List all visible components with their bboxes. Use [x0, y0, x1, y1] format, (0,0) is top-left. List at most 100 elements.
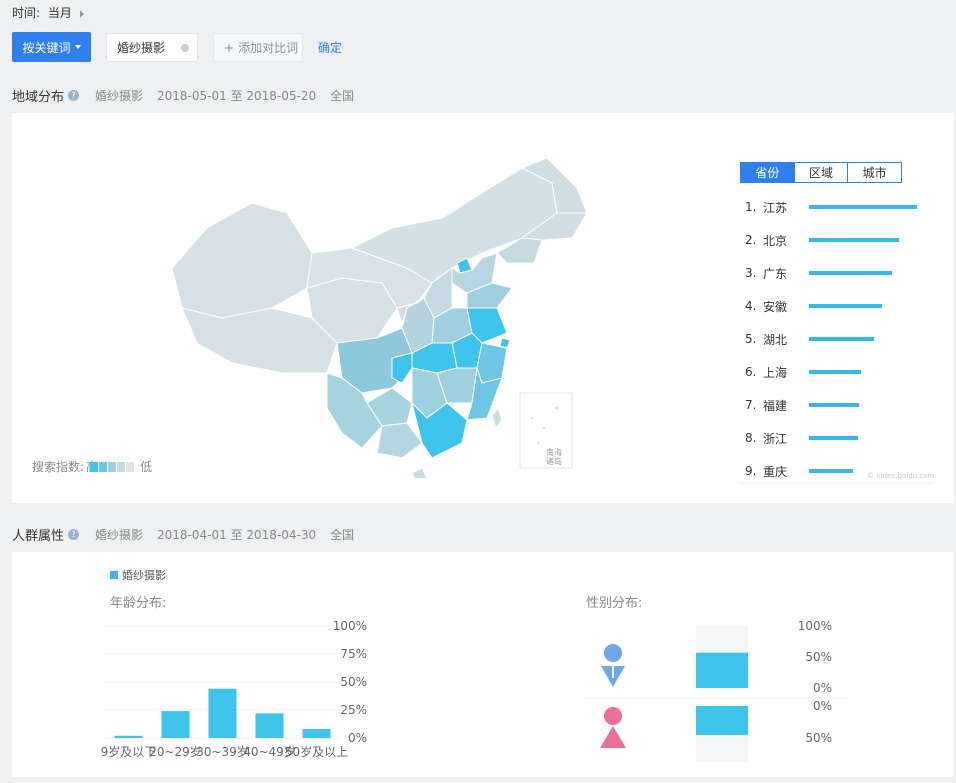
- tab-city[interactable]: 城市: [848, 163, 901, 182]
- south-sea-label-1: 南海: [546, 448, 562, 457]
- region-date-range: 2018-05-01 至 2018-05-20: [157, 89, 317, 103]
- ranking-row[interactable]: 8. 浙江: [745, 428, 935, 448]
- map-region-taiwan: [491, 406, 503, 430]
- ranking-row[interactable]: 7. 福建: [745, 395, 935, 415]
- ranking-bar: [809, 304, 883, 308]
- ranking-province: 重庆: [763, 464, 788, 479]
- index-label: 搜索指数:: [32, 460, 85, 474]
- ranking-number: 1.: [745, 200, 757, 214]
- add-compare-label: 添加对比词: [238, 41, 299, 55]
- keyword-mode-button[interactable]: 按关键词: [12, 32, 91, 62]
- help-icon[interactable]: ?: [68, 90, 80, 101]
- index-low-label: 低: [140, 460, 153, 474]
- gender-male-bar: [696, 652, 748, 688]
- ranking-bar: [809, 238, 899, 242]
- ranking-bar: [809, 337, 874, 341]
- female-icon-body: [600, 726, 626, 748]
- ranking-row[interactable]: 2. 北京: [745, 230, 935, 250]
- ranking-divider: [740, 483, 934, 484]
- gender-male-tick: 0%: [813, 681, 832, 695]
- audience-charts: 100%75%50%25%0%9岁及以下20~29岁30~39岁40~49岁50…: [101, 619, 848, 762]
- age-x-tick: 50岁及以上: [285, 744, 348, 759]
- region-tabs: 省份 区域 城市: [740, 162, 902, 183]
- caret-down-icon: [74, 45, 81, 49]
- age-bar: [302, 729, 331, 738]
- ranking-row[interactable]: 4. 安徽: [745, 296, 935, 316]
- ranking-bar: [809, 436, 858, 440]
- map-region-hainan: [411, 467, 428, 478]
- ranking-number: 2.: [745, 233, 757, 247]
- ranking-province: 江苏: [763, 200, 788, 215]
- region-header: 地域分布 ? 婚纱摄影 2018-05-01 至 2018-05-20 全国: [12, 86, 354, 105]
- age-bar: [255, 713, 284, 738]
- south-sea-label: 南海 诸岛: [546, 448, 562, 466]
- keyword-mode-label: 按关键词: [22, 40, 71, 55]
- keyword-chip[interactable]: 婚纱摄影: [106, 33, 198, 62]
- gender-male-tick: 100%: [798, 619, 832, 633]
- tab-province[interactable]: 省份: [741, 163, 795, 182]
- ranking-province: 北京: [763, 233, 788, 248]
- age-bar: [161, 711, 190, 738]
- ranking-row[interactable]: 3. 广东: [745, 263, 935, 283]
- map-region-guangdong: [411, 401, 468, 459]
- region-panel: 南海 诸岛 搜索指数: 高 低 省份 区域 城市 1. 江苏 2. 北京 3. 广东 4. 安…: [12, 113, 954, 503]
- ranking-bar: [809, 469, 854, 473]
- age-y-tick: 100%: [333, 619, 367, 633]
- gender-female-tick: 0%: [813, 699, 832, 713]
- audience-title: 人群属性: [12, 529, 65, 544]
- index-gradient: [90, 461, 135, 472]
- time-value[interactable]: 当月: [48, 6, 72, 20]
- region-scope: 全国: [330, 89, 355, 103]
- caret-right-icon[interactable]: [79, 9, 84, 18]
- gender-female-bar: [696, 706, 748, 735]
- ranking-row[interactable]: 5. 湖北: [745, 329, 935, 349]
- age-x-tick: 20~29岁: [149, 744, 202, 759]
- age-y-tick: 75%: [340, 647, 367, 661]
- gender-male-tick: 50%: [805, 650, 832, 664]
- ranking-row[interactable]: 6. 上海: [745, 362, 935, 382]
- map-region-guangxi: [376, 422, 423, 459]
- ranking-number: 4.: [745, 299, 757, 313]
- help-icon[interactable]: ?: [68, 529, 80, 540]
- ranking-number: 6.: [745, 365, 757, 379]
- add-compare-button[interactable]: + 添加对比词: [213, 33, 303, 62]
- keyword-text: 婚纱摄影: [117, 41, 166, 55]
- audience-header: 人群属性 ? 婚纱摄影 2018-04-01 至 2018-04-30 全国: [12, 525, 354, 544]
- age-y-tick: 0%: [348, 731, 367, 745]
- map-region-zhejiang: [476, 342, 508, 384]
- time-filter: 时间: 当月: [12, 4, 84, 21]
- pin-icon[interactable]: [181, 44, 189, 52]
- audience-panel: 婚纱摄影 年龄分布: 性别分布: 100% 75% 50% 25% 0% 9岁及以下 20~…: [12, 552, 954, 777]
- ranking-province: 上海: [763, 365, 788, 380]
- ranking-province: 福建: [763, 398, 788, 413]
- female-icon: [604, 707, 622, 725]
- ranking-province: 浙江: [763, 431, 788, 446]
- map-legend: 搜索指数: 高 低: [32, 458, 152, 475]
- map-region-xinjiang: [171, 202, 313, 319]
- audience-date-range: 2018-04-01 至 2018-04-30: [157, 528, 317, 542]
- age-bar: [114, 735, 143, 738]
- region-keyword: 婚纱摄影: [95, 89, 144, 103]
- china-map[interactable]: [162, 158, 602, 478]
- age-x-tick: 30~39岁: [196, 744, 249, 759]
- ranking-number: 5.: [745, 332, 757, 346]
- ranking-province: 广东: [763, 266, 788, 281]
- ranking-province: 湖北: [763, 332, 788, 347]
- watermark: © index.baidu.com: [867, 472, 935, 480]
- audience-scope: 全国: [330, 528, 355, 542]
- age-bar: [208, 688, 237, 738]
- ranking-bar: [809, 205, 917, 209]
- map-region-chongqing: [391, 352, 413, 384]
- ranking-number: 3.: [745, 266, 757, 280]
- tab-region[interactable]: 区域: [795, 163, 849, 182]
- ranking-number: 7.: [745, 398, 757, 412]
- ranking-bar: [809, 271, 893, 275]
- region-title: 地域分布: [12, 90, 65, 105]
- time-label: 时间:: [12, 6, 41, 20]
- ranking-row[interactable]: 1. 江苏: [745, 197, 935, 217]
- plus-icon: +: [224, 40, 235, 55]
- age-y-tick: 25%: [340, 703, 367, 717]
- age-y-tick: 50%: [340, 675, 367, 689]
- south-sea-label-2: 诸岛: [546, 457, 562, 466]
- confirm-button[interactable]: 确定: [318, 39, 342, 56]
